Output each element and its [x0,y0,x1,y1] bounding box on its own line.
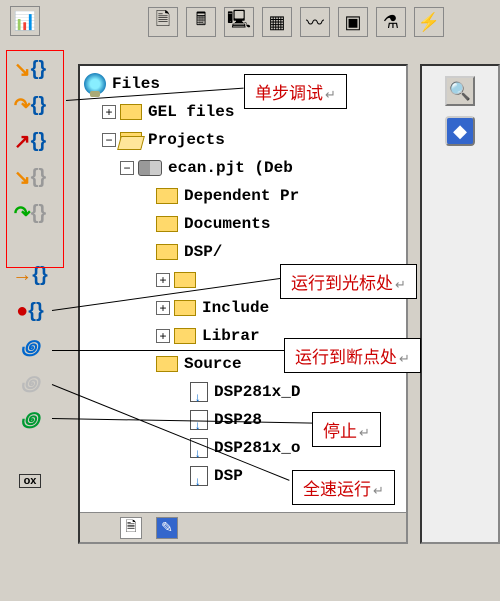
tree-file[interactable]: DSP281x_D [84,378,402,406]
tree-gel[interactable]: +GEL files [84,98,402,126]
folder-icon [174,300,196,316]
var-button[interactable]: ox [14,466,46,496]
tree-folder[interactable]: Dependent Pr [84,182,402,210]
folder-icon [156,188,178,204]
tool-doc[interactable]: 🗎 [148,7,178,37]
tool-device[interactable]: 🖳 [224,7,254,37]
folder-icon [174,328,196,344]
top-toolbar: 🗎 🖩 🖳 ▦ 〰 ▣ ⚗ ⚡ [148,4,490,40]
diamond-icon[interactable]: ◆ [445,116,475,146]
expand-icon[interactable]: + [156,301,170,315]
halt-button[interactable]: ꩜ [14,368,46,398]
tree-folder[interactable]: DSP/ [84,238,402,266]
callout-halt: 停止↵ [312,412,381,447]
folder-open-icon [120,132,142,148]
run-to-break-button[interactable]: ●{} [14,296,46,326]
leader-line [52,350,286,351]
tree-project[interactable]: −ecan.pjt (Deb [84,154,402,182]
callout-run: 全速运行↵ [292,470,395,505]
expand-icon[interactable]: + [102,105,116,119]
tool-flask[interactable]: ⚗ [376,7,406,37]
zoom-icon[interactable]: 🔍 [445,76,475,106]
folder-icon [156,356,178,372]
tool-grid[interactable]: ▦ [262,7,292,37]
tab-edit[interactable]: ✎ [156,517,178,539]
callout-break: 运行到断点处↵ [284,338,421,373]
chart-icon[interactable]: 📊 [10,6,40,36]
folder-icon [156,216,178,232]
collapse-icon[interactable]: − [102,133,116,147]
folder-icon [120,104,142,120]
go-button[interactable]: ꩜ [14,404,46,434]
folder-icon [156,244,178,260]
source-file-icon [190,382,208,402]
source-file-icon [190,466,208,486]
highlight-step-group [6,50,64,268]
collapse-icon[interactable]: − [120,161,134,175]
panel-tabs: 🗎 ✎ [80,512,406,542]
tool-calc[interactable]: 🖩 [186,7,216,37]
right-panel: 🔍 ◆ [420,64,500,544]
folder-icon [174,272,196,288]
globe-icon [84,73,106,95]
callout-step: 单步调试↵ [244,74,347,109]
tool-chip[interactable]: ▣ [338,7,368,37]
expand-icon[interactable]: + [156,329,170,343]
project-icon [138,160,162,176]
run-button[interactable]: ꩜ [14,332,46,362]
tree-root[interactable]: Files [84,70,402,98]
expand-icon[interactable]: + [156,273,170,287]
tool-action[interactable]: ⚡ [414,7,444,37]
callout-cursor: 运行到光标处↵ [280,264,417,299]
tool-wave[interactable]: 〰 [300,7,330,37]
tree-projects[interactable]: −Projects [84,126,402,154]
tab-file[interactable]: 🗎 [120,517,142,539]
tree-folder[interactable]: Documents [84,210,402,238]
